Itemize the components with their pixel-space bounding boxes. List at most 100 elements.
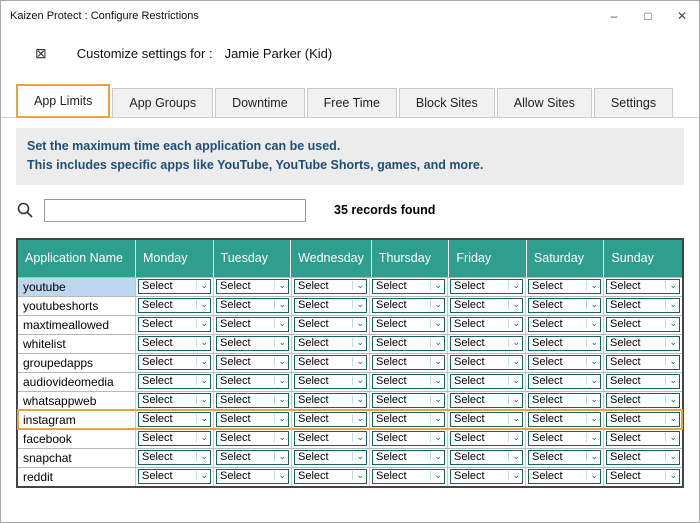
time-select[interactable]: Select ⌄ [138, 450, 211, 466]
app-name-cell[interactable]: groupedapps [18, 353, 136, 372]
time-select[interactable]: Select ⌄ [372, 374, 445, 390]
time-select[interactable]: Select ⌄ [372, 393, 445, 409]
time-select[interactable]: Select ⌄ [294, 469, 367, 485]
app-name-cell[interactable]: whatsappweb [18, 391, 136, 410]
time-select[interactable]: Select ⌄ [450, 412, 523, 428]
time-select[interactable]: Select ⌄ [606, 469, 680, 485]
search-input[interactable] [44, 198, 306, 222]
time-select[interactable]: Select ⌄ [528, 374, 601, 390]
time-select[interactable]: Select ⌄ [450, 393, 523, 409]
time-select[interactable]: Select ⌄ [528, 279, 601, 295]
time-select[interactable]: Select ⌄ [216, 279, 289, 295]
time-select[interactable]: Select ⌄ [216, 355, 289, 371]
app-name-cell[interactable]: reddit [18, 467, 136, 486]
time-select[interactable]: Select ⌄ [372, 469, 445, 485]
time-select[interactable]: Select ⌄ [138, 317, 211, 333]
time-select[interactable]: Select ⌄ [294, 431, 367, 447]
time-select[interactable]: Select ⌄ [294, 355, 367, 371]
time-select[interactable]: Select ⌄ [450, 336, 523, 352]
time-select[interactable]: Select ⌄ [138, 336, 211, 352]
time-select[interactable]: Select ⌄ [138, 412, 211, 428]
time-select[interactable]: Select ⌄ [216, 469, 289, 485]
time-select[interactable]: Select ⌄ [372, 336, 445, 352]
time-select[interactable]: Select ⌄ [216, 431, 289, 447]
time-select[interactable]: Select ⌄ [294, 412, 367, 428]
time-select[interactable]: Select ⌄ [138, 469, 211, 485]
time-select[interactable]: Select ⌄ [216, 317, 289, 333]
time-select[interactable]: Select ⌄ [528, 393, 601, 409]
time-select[interactable]: Select ⌄ [372, 298, 445, 314]
time-select[interactable]: Select ⌄ [372, 317, 445, 333]
chevron-down-icon: ⌄ [586, 452, 598, 462]
time-select[interactable]: Select ⌄ [450, 298, 523, 314]
time-select[interactable]: Select ⌄ [138, 393, 211, 409]
app-name-cell[interactable]: maxtimeallowed [18, 315, 136, 334]
time-select[interactable]: Select ⌄ [606, 393, 680, 409]
app-name-cell[interactable]: facebook [18, 429, 136, 448]
tab-downtime[interactable]: Downtime [215, 88, 305, 117]
time-select[interactable]: Select ⌄ [450, 355, 523, 371]
time-select[interactable]: Select ⌄ [606, 317, 680, 333]
time-select[interactable]: Select ⌄ [606, 336, 680, 352]
time-select[interactable]: Select ⌄ [528, 317, 601, 333]
minimize-button[interactable]: – [597, 1, 631, 31]
app-name-cell[interactable]: whitelist [18, 334, 136, 353]
time-select[interactable]: Select ⌄ [294, 450, 367, 466]
time-select[interactable]: Select ⌄ [216, 412, 289, 428]
close-button[interactable]: ✕ [665, 1, 699, 31]
time-select[interactable]: Select ⌄ [528, 412, 601, 428]
time-select[interactable]: Select ⌄ [528, 298, 601, 314]
time-select[interactable]: Select ⌄ [294, 336, 367, 352]
time-select[interactable]: Select ⌄ [450, 450, 523, 466]
time-select[interactable]: Select ⌄ [138, 298, 211, 314]
time-select[interactable]: Select ⌄ [450, 469, 523, 485]
time-select[interactable]: Select ⌄ [606, 279, 680, 295]
time-select[interactable]: Select ⌄ [294, 279, 367, 295]
time-select[interactable]: Select ⌄ [294, 393, 367, 409]
time-select[interactable]: Select ⌄ [372, 279, 445, 295]
time-select[interactable]: Select ⌄ [138, 279, 211, 295]
time-select[interactable]: Select ⌄ [528, 431, 601, 447]
time-select[interactable]: Select ⌄ [606, 355, 680, 371]
time-select[interactable]: Select ⌄ [606, 298, 680, 314]
time-select[interactable]: Select ⌄ [528, 355, 601, 371]
time-select[interactable]: Select ⌄ [216, 393, 289, 409]
time-select[interactable]: Select ⌄ [138, 374, 211, 390]
time-select[interactable]: Select ⌄ [450, 317, 523, 333]
time-select[interactable]: Select ⌄ [528, 469, 601, 485]
app-name-cell[interactable]: youtube [18, 277, 136, 296]
time-select[interactable]: Select ⌄ [216, 336, 289, 352]
time-select[interactable]: Select ⌄ [528, 336, 601, 352]
time-select[interactable]: Select ⌄ [372, 355, 445, 371]
tab-block-sites[interactable]: Block Sites [398, 88, 495, 117]
time-select[interactable]: Select ⌄ [372, 431, 445, 447]
time-select[interactable]: Select ⌄ [372, 412, 445, 428]
app-name-cell[interactable]: youtubeshorts [18, 296, 136, 315]
time-select[interactable]: Select ⌄ [606, 412, 680, 428]
time-select[interactable]: Select ⌄ [294, 298, 367, 314]
app-name-cell[interactable]: audiovideomedia [18, 372, 136, 391]
time-select[interactable]: Select ⌄ [450, 279, 523, 295]
time-select[interactable]: Select ⌄ [216, 450, 289, 466]
time-select[interactable]: Select ⌄ [216, 374, 289, 390]
tab-app-limits[interactable]: App Limits [16, 84, 111, 118]
time-select[interactable]: Select ⌄ [372, 450, 445, 466]
time-select[interactable]: Select ⌄ [606, 431, 680, 447]
time-select[interactable]: Select ⌄ [450, 374, 523, 390]
app-name-cell[interactable]: snapchat [18, 448, 136, 467]
time-select[interactable]: Select ⌄ [450, 431, 523, 447]
time-select[interactable]: Select ⌄ [606, 450, 680, 466]
tab-allow-sites[interactable]: Allow Sites [496, 88, 592, 117]
app-name-cell[interactable]: instagram [18, 410, 136, 429]
tab-free-time[interactable]: Free Time [306, 88, 397, 117]
tab-app-groups[interactable]: App Groups [112, 88, 214, 117]
time-select[interactable]: Select ⌄ [216, 298, 289, 314]
time-select[interactable]: Select ⌄ [294, 317, 367, 333]
time-select[interactable]: Select ⌄ [138, 431, 211, 447]
time-select[interactable]: Select ⌄ [528, 450, 601, 466]
tab-settings[interactable]: Settings [593, 88, 674, 117]
time-select[interactable]: Select ⌄ [606, 374, 680, 390]
time-select[interactable]: Select ⌄ [294, 374, 367, 390]
maximize-button[interactable]: □ [631, 1, 665, 31]
time-select[interactable]: Select ⌄ [138, 355, 211, 371]
